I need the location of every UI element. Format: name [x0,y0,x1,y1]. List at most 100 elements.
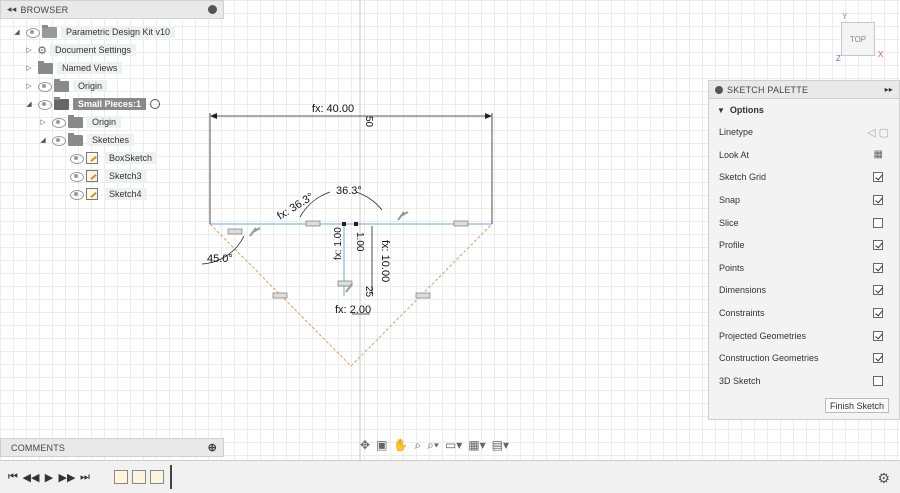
tree-item-named-views[interactable]: ▷ Named Views [24,60,123,76]
go-to-end-icon[interactable]: ⏭ [76,471,94,484]
expand-triangle-icon[interactable]: ▷ [24,64,34,72]
look-at-icon[interactable]: ▦ [874,149,883,160]
dim-angle-right-text[interactable]: 36.3° [336,185,362,197]
palette-row[interactable]: Look At ▦ [709,144,899,167]
dim-height-text[interactable]: fx: 10.00 [379,240,391,282]
tree-item-sketches[interactable]: ◢ Sketches [38,132,135,148]
timeline-marker[interactable] [170,465,172,489]
checkbox[interactable] [873,262,883,273]
visibility-eye-icon[interactable] [51,118,66,128]
add-comment-icon[interactable]: ⊕ [208,441,217,454]
checkbox[interactable] [873,375,883,386]
collapse-triangle-icon[interactable]: ▼ [717,106,725,115]
go-to-start-icon[interactable]: ⏮ [4,471,22,484]
options-label: Options [729,105,764,115]
expand-panel-icon[interactable]: ▸▸ [885,85,893,94]
timeline-sketch-icon[interactable] [114,470,128,484]
linetype-icon[interactable]: ◁ ▢ [867,126,889,139]
dim-width-text[interactable]: fx: 40.00 [312,103,354,115]
fit-zoom-icon[interactable]: ⌕▾ [427,438,439,453]
palette-row[interactable]: 3D Sketch [709,370,899,393]
palette-row-label: Constraints [719,308,765,319]
gear-icon: ⚙ [37,44,47,57]
palette-row[interactable]: Profile [709,234,899,257]
pan-hand-icon[interactable]: ✋ [393,438,408,452]
folder-icon [54,78,69,92]
tree-root[interactable]: ◢ Parametric Design Kit v10 [12,24,176,40]
tree-item-small-pieces[interactable]: ◢ Small Pieces:1 [24,96,161,112]
palette-row[interactable]: Sketch Grid [709,166,899,189]
tree-item-boxsketch[interactable]: BoxSketch [66,150,158,166]
checkbox[interactable] [873,330,883,341]
play-icon[interactable]: ▶ [40,471,58,484]
palette-row[interactable]: Constraints [709,302,899,325]
dim-small-v-text[interactable]: fx: 1.00 [333,227,344,260]
step-back-icon[interactable]: ◀◀ [22,471,40,484]
options-section-header[interactable]: ▼ Options [709,99,899,121]
tree-item-origin-child[interactable]: ▷ Origin [38,114,122,130]
display-settings-icon[interactable]: ▭▾ [445,438,462,452]
palette-row[interactable]: Points [709,257,899,280]
visibility-eye-icon[interactable] [37,100,52,110]
look-at-icon[interactable]: ▣ [376,438,387,452]
expand-triangle-icon[interactable]: ▷ [24,82,34,90]
palette-row[interactable]: Projected Geometries [709,324,899,347]
expand-triangle-icon[interactable]: ◢ [38,136,48,144]
dim-small-v2-text[interactable]: 1.00 [354,232,365,252]
expand-triangle-icon[interactable]: ▷ [24,46,34,54]
collapse-panel-icon[interactable]: ◂◂ [7,4,16,15]
palette-row[interactable]: Snap [709,189,899,212]
checkbox[interactable] [873,217,883,228]
gear-icon[interactable]: ⚙ [877,470,890,487]
step-forward-icon[interactable]: ▶▶ [58,471,76,484]
comments-panel[interactable]: COMMENTS ⊕ [0,438,224,457]
viewports-icon[interactable]: ▤▾ [492,438,509,452]
visibility-eye-icon[interactable] [69,190,84,200]
timeline-sketch-icon[interactable] [150,470,164,484]
palette-row[interactable]: Dimensions [709,279,899,302]
checkbox[interactable] [873,172,883,183]
grid-settings-icon[interactable]: ▦▾ [468,438,485,452]
tree-item-sketch4[interactable]: Sketch4 [66,186,147,202]
finish-sketch-button[interactable]: Finish Sketch [824,398,889,413]
browser-header[interactable]: ◂◂ BROWSER [0,0,224,19]
checkbox[interactable] [873,240,883,251]
view-cube[interactable]: Y TOP Z X [832,12,892,66]
timeline-sketch-icon[interactable] [132,470,146,484]
expand-triangle-icon[interactable]: ◢ [24,100,34,108]
visibility-eye-icon[interactable] [69,172,84,182]
tree-item-document-settings[interactable]: ▷ ⚙ Document Settings [24,42,137,58]
palette-row[interactable]: Slice [709,211,899,234]
palette-row[interactable]: Linetype ◁ ▢ [709,121,899,144]
zoom-icon[interactable]: ⌕ [414,438,421,453]
checkbox[interactable] [873,308,883,319]
constraint-glyphs[interactable] [227,211,469,299]
visibility-eye-icon[interactable] [51,136,66,146]
checkbox[interactable] [873,285,883,296]
tree-item-origin[interactable]: ▷ Origin [24,78,108,94]
palette-row[interactable]: Construction Geometries [709,347,899,370]
palette-pin-icon[interactable] [715,85,723,94]
dim-angle-left-text[interactable]: fx: 36.3° [275,191,316,223]
cube-face-top[interactable]: TOP [841,22,875,56]
panel-pin-icon[interactable] [208,5,217,14]
construction-triangle[interactable] [209,223,493,367]
tree-item-sketch3[interactable]: Sketch3 [66,168,147,184]
visibility-eye-icon[interactable] [69,154,84,164]
checkbox[interactable] [873,195,883,206]
expand-triangle-icon[interactable]: ▷ [38,118,48,126]
expand-triangle-icon[interactable]: ◢ [12,28,22,36]
dim-angle-base-text[interactable]: 45.0° [207,253,233,265]
dim-gap-text[interactable]: 25 [363,286,374,298]
dim-offset-text[interactable]: 50 [363,116,374,128]
activate-radio-icon[interactable] [150,99,161,109]
checkbox[interactable] [873,353,883,364]
comments-header[interactable]: COMMENTS ⊕ [0,438,224,457]
visibility-eye-icon[interactable] [37,82,52,92]
palette-row-label: Sketch Grid [719,172,767,183]
dim-bottom-text[interactable]: fx: 2.00 [335,304,371,316]
palette-header[interactable]: SKETCH PALETTE ▸▸ [709,81,899,99]
tree-label: Parametric Design Kit v10 [61,26,176,38]
orbit-icon[interactable]: ✥ [360,438,370,452]
visibility-eye-icon[interactable] [25,28,40,38]
